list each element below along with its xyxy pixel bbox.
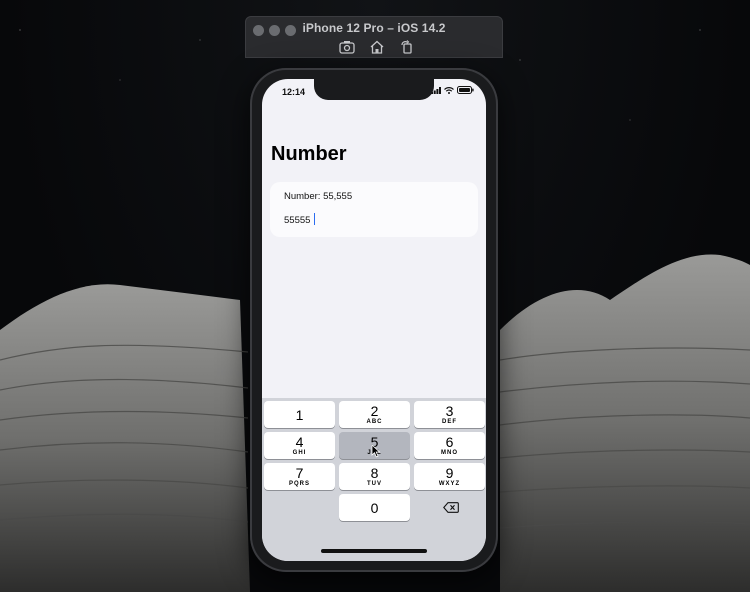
- home-indicator[interactable]: [321, 549, 427, 553]
- page-title: Number: [271, 143, 347, 165]
- number-keypad: 1 2 ABC 3 DEF 4 GHI 5 JKL 6 MNO: [262, 398, 486, 561]
- key-9[interactable]: 9 WXYZ: [414, 463, 485, 490]
- key-3[interactable]: 3 DEF: [414, 401, 485, 428]
- backspace-icon: [442, 502, 459, 513]
- battery-icon: [457, 86, 474, 94]
- window-title: iPhone 12 Pro – iOS 14.2: [302, 21, 446, 35]
- key-0[interactable]: 0: [339, 494, 410, 521]
- rotate-icon[interactable]: [398, 39, 416, 55]
- simulator-toolbar: iPhone 12 Pro – iOS 14.2: [245, 16, 503, 58]
- simulator-tools: [338, 39, 416, 55]
- key-2[interactable]: 2 ABC: [339, 401, 410, 428]
- home-icon[interactable]: [368, 39, 386, 55]
- key-4[interactable]: 4 GHI: [264, 432, 335, 459]
- number-input[interactable]: 55555: [284, 215, 464, 226]
- wifi-icon: [444, 86, 454, 94]
- key-7[interactable]: 7 PQRS: [264, 463, 335, 490]
- iphone-frame: 12:14 Number Number: 55,555 55555 1 2 AB…: [250, 68, 498, 572]
- phone-screen: 12:14 Number Number: 55,555 55555 1 2 AB…: [262, 79, 486, 561]
- delete-key[interactable]: [415, 494, 486, 521]
- status-icons: [431, 86, 474, 94]
- key-6[interactable]: 6 MNO: [414, 432, 485, 459]
- number-form-card: Number: 55,555 55555: [270, 182, 478, 237]
- status-time: 12:14: [282, 87, 306, 97]
- camera-icon[interactable]: [338, 39, 356, 55]
- key-1[interactable]: 1: [264, 401, 335, 428]
- key-8[interactable]: 8 TUV: [339, 463, 410, 490]
- text-caret: [314, 213, 315, 225]
- mouse-pointer-icon: [371, 444, 381, 458]
- notch: [314, 79, 434, 100]
- number-label: Number: 55,555: [284, 191, 353, 202]
